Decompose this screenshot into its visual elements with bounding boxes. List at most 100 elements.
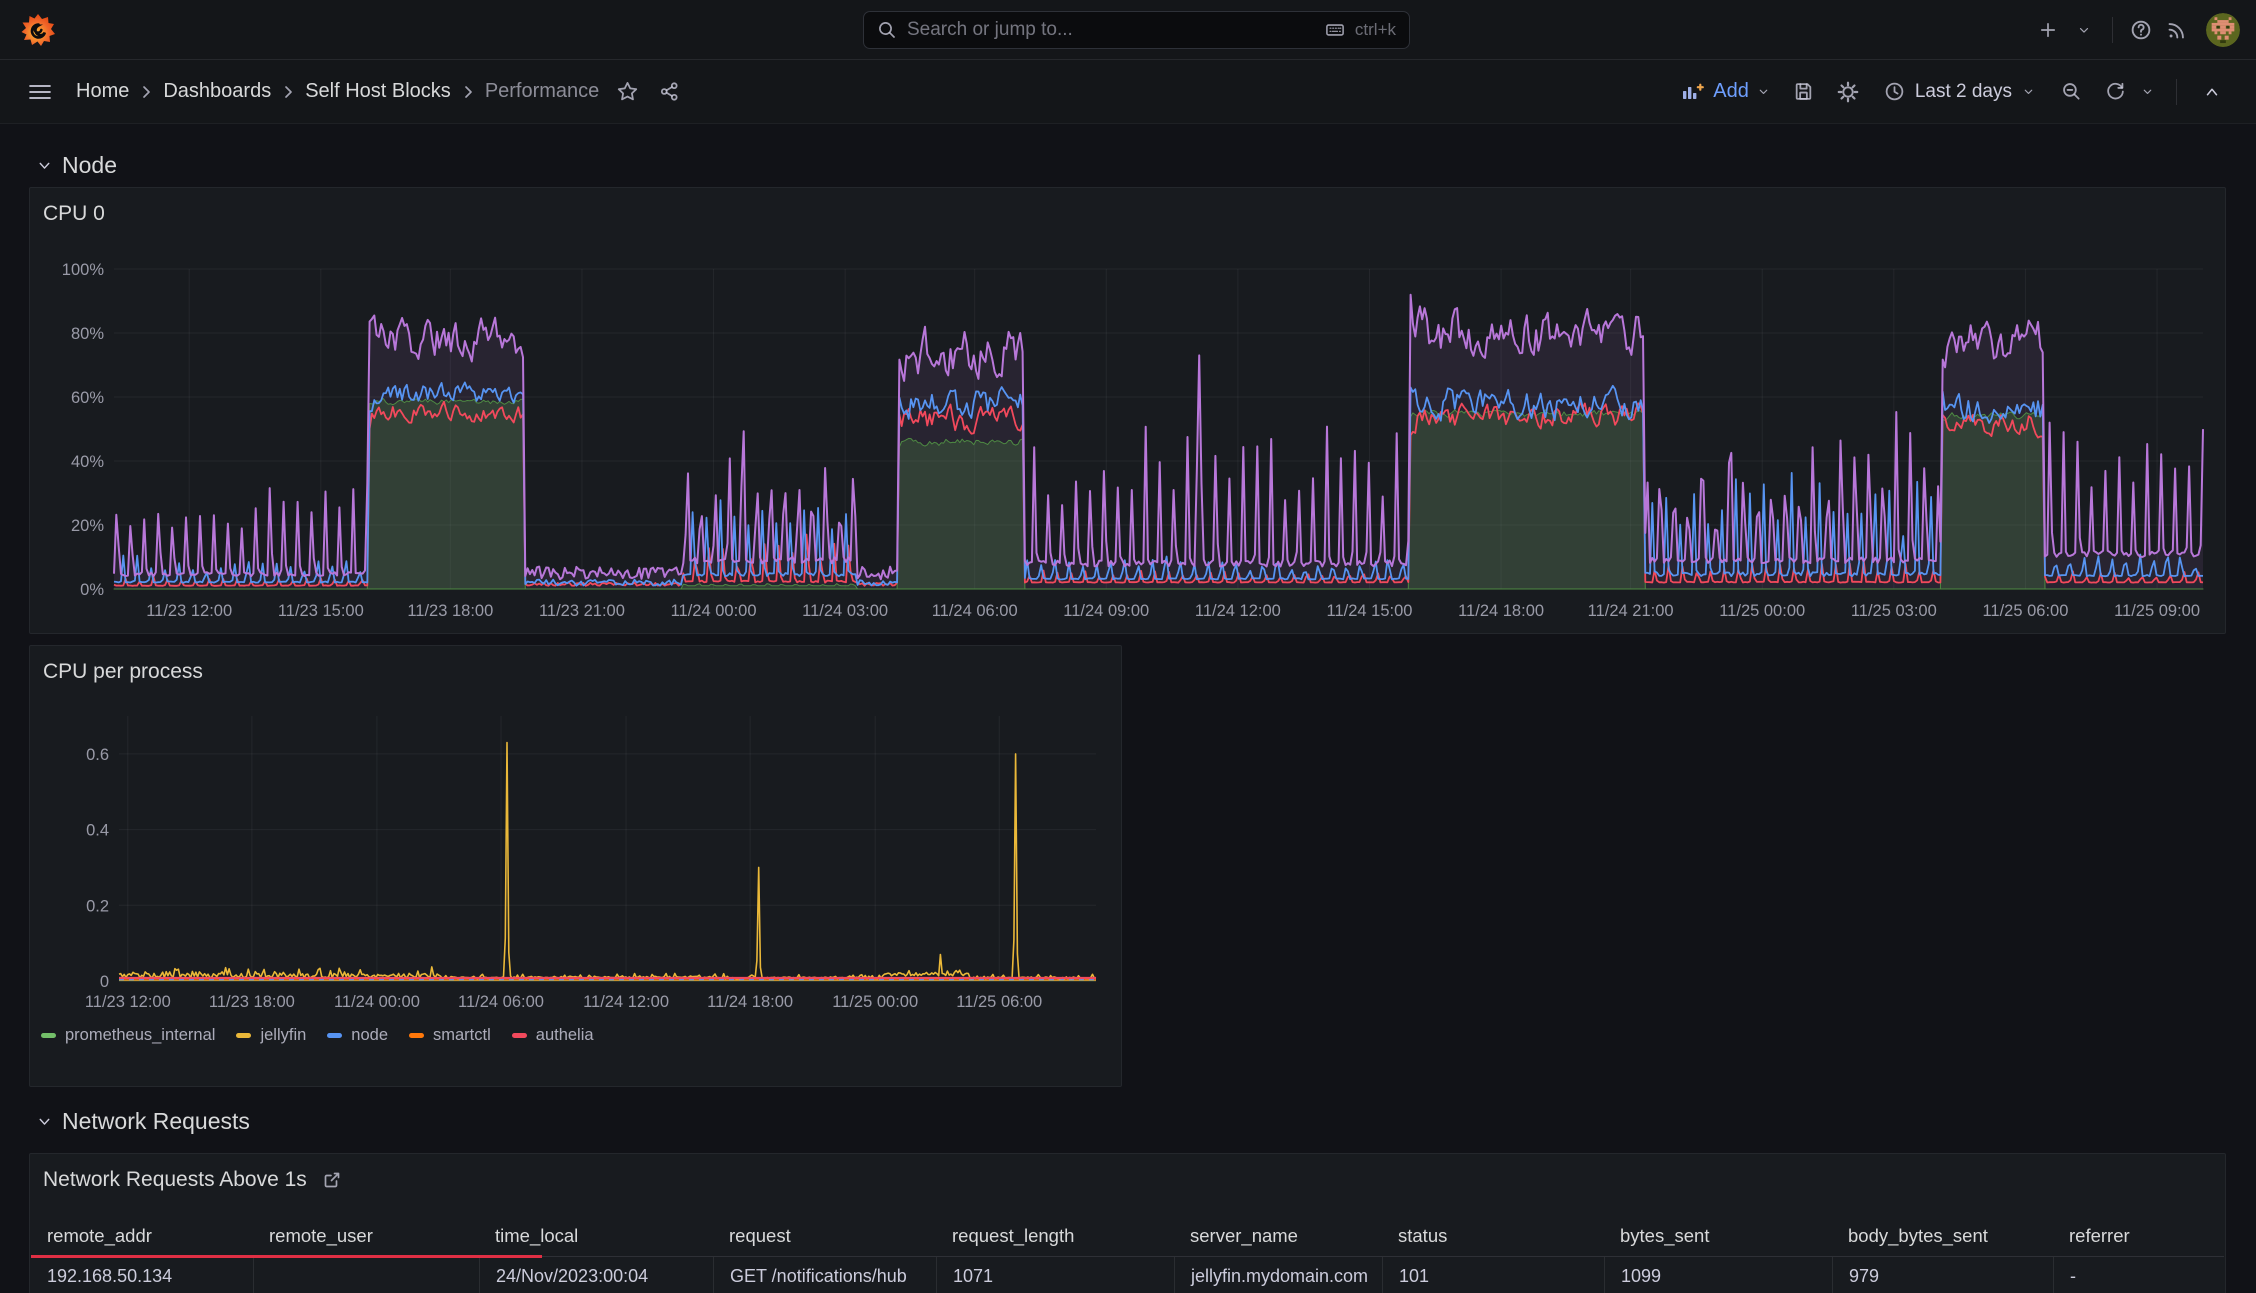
dashboard-body: Node CPU 0 0% 20% 40% 60% 80% 100% 11/23 12:00… [0, 143, 2256, 1293]
toolbar-divider [2176, 78, 2177, 105]
legend-label: prometheus_internal [65, 1026, 216, 1044]
table-header-request[interactable]: request [713, 1216, 936, 1256]
add-label: Add [1713, 80, 1749, 102]
external-link-icon[interactable] [322, 1170, 342, 1190]
news-button[interactable] [2160, 13, 2194, 47]
legend-item-node[interactable]: node [327, 1026, 388, 1045]
legend-item-jellyfin[interactable]: jellyfin [236, 1026, 306, 1045]
y-axis-tick: 0% [80, 581, 104, 599]
table-header-referrer[interactable]: referrer [2053, 1216, 2224, 1256]
panel-network-requests-above-1s: Network Requests Above 1s remote_addr rem… [29, 1153, 2226, 1293]
save-dashboard-button[interactable] [1786, 74, 1822, 110]
legend-swatch [236, 1033, 252, 1038]
topbar-divider [2112, 16, 2113, 43]
help-button[interactable] [2124, 13, 2158, 47]
chevron-down-icon [2079, 27, 2089, 33]
chevron-right-icon [140, 84, 152, 100]
table-header-request_length[interactable]: request_length [936, 1216, 1174, 1256]
breadcrumb-dashboards[interactable]: Dashboards [163, 80, 271, 103]
x-axis-tick: 11/24 06:00 [458, 993, 544, 1011]
x-axis-tick: 11/24 00:00 [671, 602, 757, 620]
user-avatar[interactable] [2206, 12, 2240, 47]
legend-label: jellyfin [260, 1026, 307, 1044]
kiosk-mode-button[interactable] [2194, 74, 2230, 110]
x-axis-tick: 11/24 21:00 [1588, 602, 1674, 620]
y-axis-tick: 80% [71, 325, 104, 343]
add-panel-icon [1683, 83, 1705, 99]
hamburger-icon [29, 84, 51, 99]
favorite-button[interactable] [609, 74, 645, 110]
legend-item-smartctl[interactable]: smartctl [409, 1026, 491, 1045]
new-button[interactable] [2031, 13, 2065, 47]
search-shortcut: ctrl+k [1323, 20, 1396, 40]
legend-swatch [409, 1033, 425, 1038]
table-header-row: remote_addr remote_user time_local request r… [31, 1216, 2224, 1256]
table-header-bytes_sent[interactable]: bytes_sent [1604, 1216, 1832, 1256]
table-header-body_bytes_sent[interactable]: body_bytes_sent [1832, 1216, 2053, 1256]
share-icon [660, 82, 678, 101]
legend-item-authelia[interactable]: authelia [511, 1026, 594, 1045]
grafana-logo[interactable] [20, 12, 56, 48]
section-row-node[interactable]: Node [29, 143, 2226, 187]
x-axis-tick: 11/23 12:00 [146, 602, 232, 620]
breadcrumb-self-host-blocks[interactable]: Self Host Blocks [305, 80, 451, 103]
save-icon [1796, 83, 1812, 100]
refresh-interval-toggle[interactable] [2135, 74, 2159, 110]
star-icon [617, 81, 637, 101]
cpu0-chart[interactable]: 0% 20% 40% 60% 80% 100% 11/23 12:00 11/23 15:00… [30, 188, 2225, 633]
cpu-per-process-chart[interactable]: 0 0.2 0.4 0.6 11/23 12:00 11/23 18:00 11/24 00… [30, 646, 1121, 1086]
table-cell: 24/Nov/2023:00:04 [479, 1257, 713, 1293]
y-axis-tick: 40% [71, 453, 104, 471]
legend-label: smartctl [433, 1026, 491, 1044]
table-header-remote_user[interactable]: remote_user [253, 1216, 479, 1256]
share-button[interactable] [651, 74, 687, 110]
breadcrumb-home[interactable]: Home [76, 80, 129, 103]
chevron-down-icon [1759, 89, 1768, 95]
table-row[interactable]: 192.168.50.134 24/Nov/2023:00:04 GET /noti… [31, 1257, 2224, 1293]
chart-grid: 0 0.2 0.4 0.6 11/23 12:00 11/23 18:00 11/24 00… [85, 716, 1096, 1011]
panel-title-network-requests[interactable]: Network Requests Above 1s [43, 1167, 342, 1193]
panel-title-cpu0[interactable]: CPU 0 [43, 201, 105, 227]
dashboard-toolbar: Home Dashboards Self Host Blocks Perform… [0, 60, 2256, 124]
x-axis-tick: 11/23 15:00 [278, 602, 364, 620]
x-axis-tick: 11/24 03:00 [802, 602, 888, 620]
x-axis-tick: 11/25 00:00 [832, 993, 918, 1011]
refresh-button[interactable] [2097, 74, 2133, 110]
refresh-icon [2106, 82, 2124, 100]
table-header-remote_addr[interactable]: remote_addr [31, 1216, 253, 1256]
table-header-server_name[interactable]: server_name [1174, 1216, 1382, 1256]
x-axis-tick: 11/25 06:00 [1982, 602, 2068, 620]
zoom-out-time-button[interactable] [2053, 74, 2089, 110]
x-axis-tick: 11/24 06:00 [932, 602, 1018, 620]
refresh-controls [2097, 74, 2159, 110]
legend-swatch [41, 1033, 56, 1038]
clock-icon [1885, 82, 1904, 101]
chevron-down-icon [2024, 89, 2033, 95]
table-cell: - [2053, 1257, 2224, 1293]
legend-item-prometheus_internal[interactable]: prometheus_internal [41, 1026, 215, 1045]
table-header-status[interactable]: status [1382, 1216, 1604, 1256]
chart-series [113, 293, 2204, 590]
time-range-picker[interactable]: Last 2 days [1874, 81, 2045, 103]
panel-cpu-per-process: CPU per process 0 0.2 0.4 0.6 11/23 12:00 11/… [29, 645, 1122, 1087]
x-axis-tick: 11/24 12:00 [1195, 602, 1281, 620]
x-axis-tick: 11/24 15:00 [1327, 602, 1413, 620]
x-axis-tick: 11/23 18:00 [209, 993, 295, 1011]
mega-menu-toggle[interactable] [20, 72, 60, 112]
chart-series [118, 741, 1097, 982]
y-axis-tick: 0.6 [86, 746, 109, 764]
zoom-out-icon [2062, 83, 2080, 100]
new-menu-toggle[interactable] [2067, 13, 2101, 47]
dashboard-settings-button[interactable] [1830, 74, 1866, 110]
shortcut-label: ctrl+k [1354, 20, 1396, 39]
panel-title-cpu-per-process[interactable]: CPU per process [43, 659, 203, 685]
x-axis-tick: 11/25 03:00 [1851, 602, 1937, 620]
y-axis-tick: 0 [100, 973, 109, 991]
search-input[interactable]: Search or jump to... ctrl+k [863, 11, 1410, 49]
table-header-time_local[interactable]: time_local [479, 1216, 713, 1256]
avatar-pixel-art [2206, 12, 2240, 47]
section-row-network-requests[interactable]: Network Requests [29, 1099, 2226, 1143]
add-panel-button[interactable]: Add [1673, 80, 1778, 103]
top-navigation-bar: Search or jump to... ctrl+k [0, 0, 2256, 60]
time-range-label: Last 2 days [1914, 80, 2012, 102]
